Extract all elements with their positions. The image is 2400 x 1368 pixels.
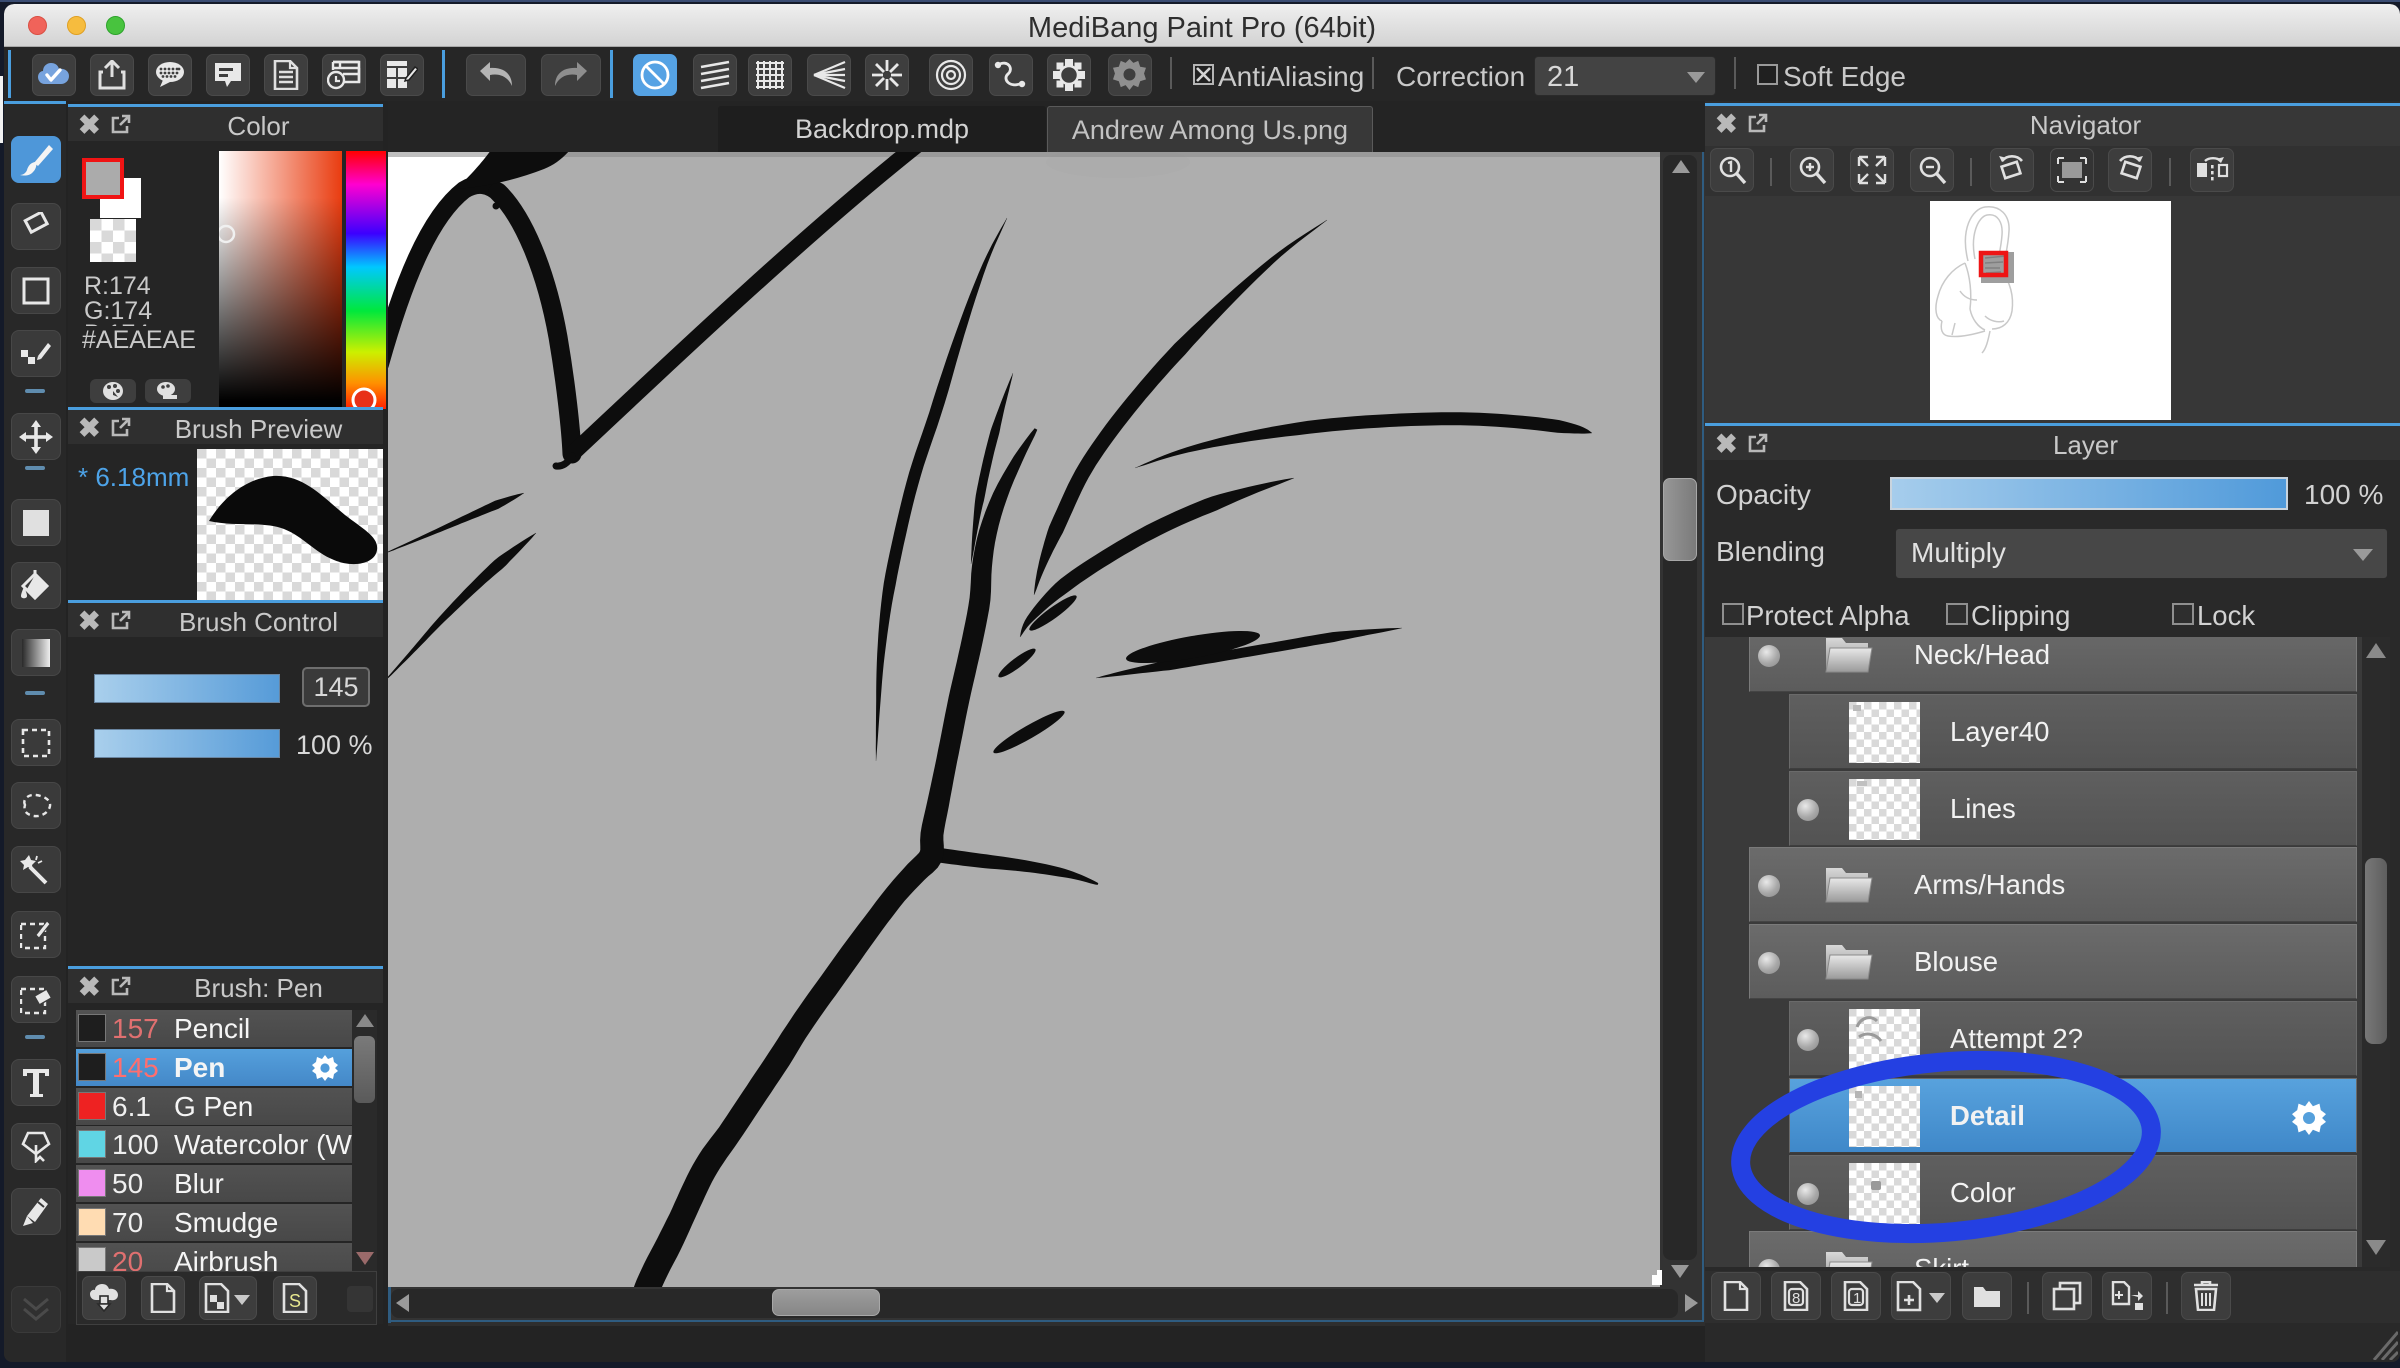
svg-text:8: 8	[1792, 1290, 1800, 1307]
svg-text:S: S	[289, 1291, 301, 1311]
svg-text:1: 1	[1853, 1290, 1861, 1307]
